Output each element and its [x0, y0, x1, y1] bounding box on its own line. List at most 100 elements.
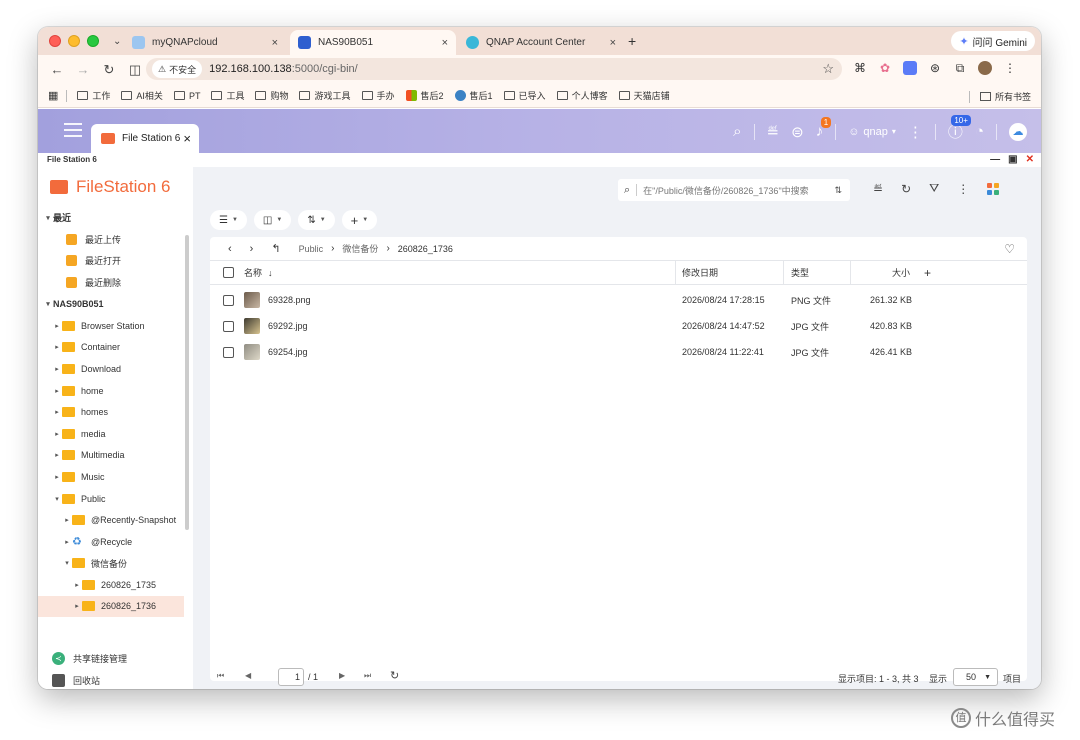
- column-modified[interactable]: 修改日期: [682, 261, 718, 284]
- parent-folder-icon[interactable]: ↰: [271, 242, 280, 255]
- tree-folder[interactable]: ▸ Container: [38, 337, 184, 359]
- tree-node-recent[interactable]: ▾ 最近: [38, 207, 184, 229]
- sort-button[interactable]: ⇅ ▼: [298, 210, 335, 230]
- maximize-icon[interactable]: ▣: [1008, 153, 1017, 167]
- close-tab-icon[interactable]: ×: [442, 37, 448, 49]
- share-link-manager[interactable]: ≺ 共享链接管理: [38, 647, 193, 669]
- tree-folder[interactable]: ▸ @Recently-Snapshot: [38, 509, 184, 531]
- chevron-right-icon[interactable]: ▸: [62, 538, 72, 546]
- row-checkbox[interactable]: [223, 287, 234, 313]
- minimize-icon[interactable]: —: [990, 153, 1000, 167]
- forward-icon[interactable]: ›: [250, 243, 254, 255]
- file-name[interactable]: 69328.png: [268, 287, 311, 313]
- browser-tab-nas[interactable]: NAS90B051 ×: [290, 30, 456, 55]
- bookmark-folder[interactable]: 购物: [255, 89, 288, 102]
- storage-icon[interactable]: ≝: [873, 182, 883, 196]
- extension-icon[interactable]: ✿: [878, 61, 892, 75]
- menu-dots-icon[interactable]: ⋮: [1003, 61, 1017, 75]
- chevron-right-icon[interactable]: ▸: [72, 602, 82, 610]
- breadcrumb-item[interactable]: 微信备份: [342, 242, 378, 255]
- bookmark-folder[interactable]: 游戏工具: [299, 89, 351, 102]
- bookmark-folder[interactable]: 天猫店铺: [618, 89, 670, 102]
- page-size-select[interactable]: 50 ▼: [953, 668, 998, 686]
- extension-icon[interactable]: ⊛: [928, 61, 942, 75]
- chevron-down-icon[interactable]: ▾: [52, 495, 62, 503]
- file-name[interactable]: 69254.jpg: [268, 339, 308, 365]
- close-icon[interactable]: ✕: [1026, 153, 1034, 167]
- breadcrumb-current[interactable]: 260826_1736: [398, 244, 453, 254]
- tree-folder-wechat[interactable]: ▾ 微信备份: [38, 553, 184, 575]
- browser-tab-myqnapcloud[interactable]: myQNAPcloud ×: [124, 30, 286, 55]
- advanced-search-icon[interactable]: ⇅: [834, 185, 842, 196]
- filter-icon[interactable]: ⛛: [929, 181, 939, 196]
- security-badge[interactable]: ⚠ 不安全: [152, 60, 203, 78]
- column-type[interactable]: 类型: [791, 261, 809, 284]
- tree-node-nas[interactable]: ▾ NAS90B051: [38, 293, 184, 315]
- dashboard-gauge-icon[interactable]: ◔: [975, 123, 984, 140]
- tree-folder[interactable]: ▸ homes: [38, 401, 184, 423]
- recycle-bin[interactable]: 回收站: [38, 669, 193, 689]
- favorite-heart-icon[interactable]: ♡: [1004, 242, 1015, 256]
- bookmark-folder[interactable]: 个人博客: [556, 89, 608, 102]
- tree-item-recent-open[interactable]: 最近打开: [38, 250, 184, 272]
- next-page-icon[interactable]: ▶: [339, 671, 345, 680]
- breadcrumb-item[interactable]: Public: [299, 244, 324, 254]
- bookmark-folder[interactable]: 已导入: [503, 89, 546, 102]
- external-devices-icon[interactable]: ⊜: [791, 123, 804, 141]
- first-page-icon[interactable]: ⏮: [217, 671, 224, 681]
- back-icon[interactable]: ‹: [228, 243, 232, 255]
- chevron-right-icon[interactable]: ▸: [52, 343, 62, 351]
- forward-icon[interactable]: →: [76, 62, 90, 77]
- all-bookmarks-button[interactable]: 所有书签: [968, 90, 1031, 103]
- chevron-right-icon[interactable]: ▸: [52, 387, 62, 395]
- notification-bell-icon[interactable]: ♪ 1: [816, 117, 832, 140]
- puzzle-icon[interactable]: ⧉: [953, 61, 967, 75]
- add-column-icon[interactable]: +: [924, 261, 931, 284]
- update-icon[interactable]: ⓘ 10+: [948, 115, 971, 142]
- app-tab-file-station[interactable]: File Station 6 ×: [91, 124, 199, 153]
- tree-folder[interactable]: ▸ home: [38, 380, 184, 402]
- previous-page-icon[interactable]: ◀: [245, 671, 251, 680]
- create-button[interactable]: + ▼: [341, 210, 378, 230]
- search-input[interactable]: ⌕ 在"/Public/微信备份/260826_1736"中搜索 ⇅: [618, 179, 850, 201]
- more-options-icon[interactable]: ⋮: [908, 123, 923, 141]
- tree-folder[interactable]: ▸ Download: [38, 358, 184, 380]
- main-menu-icon[interactable]: [64, 123, 82, 141]
- tree-folder[interactable]: ▸ Browser Station: [38, 315, 184, 337]
- bookmark-link[interactable]: 售后1: [454, 89, 493, 102]
- tree-item-recent-upload[interactable]: 最近上传: [38, 229, 184, 251]
- file-name[interactable]: 69292.jpg: [268, 313, 308, 339]
- chevron-right-icon[interactable]: ▸: [52, 365, 62, 373]
- tree-folder[interactable]: ▸ Multimedia: [38, 445, 184, 467]
- table-row[interactable]: 69292.jpg 2026/08/24 14:47:52 JPG 文件 420…: [210, 313, 1027, 339]
- ask-gemini-button[interactable]: ✦ 问问 Gemini: [951, 31, 1035, 51]
- tree-folder[interactable]: ▸ ♻ @Recycle: [38, 531, 184, 553]
- select-all-checkbox[interactable]: [223, 261, 234, 284]
- page-number-input[interactable]: 1: [278, 668, 304, 686]
- list-view-button[interactable]: ☰ ▼: [210, 210, 247, 230]
- bookmark-folder[interactable]: 工作: [77, 89, 110, 102]
- tree-folder-selected[interactable]: ▸ 260826_1736: [38, 595, 184, 618]
- extension-icon[interactable]: ⌘: [853, 61, 867, 75]
- chevron-right-icon[interactable]: ▸: [52, 473, 62, 481]
- user-menu[interactable]: ☺ qnap ▾: [848, 126, 896, 138]
- back-icon[interactable]: ←: [50, 62, 64, 77]
- url-bar[interactable]: ⚠ 不安全 192.168.100.138:5000/cgi-bin/ ☆: [146, 58, 842, 80]
- refresh-icon[interactable]: ↻: [901, 182, 911, 196]
- row-checkbox[interactable]: [223, 339, 234, 365]
- chevron-right-icon[interactable]: ▸: [72, 581, 82, 589]
- myqnapcloud-icon[interactable]: ☁: [1009, 122, 1027, 141]
- split-view-icon[interactable]: ◫: [128, 62, 142, 78]
- background-tasks-icon[interactable]: ≝: [767, 123, 780, 141]
- last-page-icon[interactable]: ⏭: [364, 671, 371, 681]
- sidebar-scrollbar[interactable]: [185, 235, 189, 530]
- column-size[interactable]: 大小: [892, 261, 910, 284]
- bookmark-folder[interactable]: 手办: [361, 89, 395, 102]
- tree-folder[interactable]: ▸ media: [38, 423, 184, 445]
- bookmark-folder[interactable]: AI相关: [121, 89, 163, 102]
- zoom-window-button[interactable]: [87, 35, 99, 47]
- chevron-down-icon[interactable]: ▾: [62, 559, 72, 567]
- bookmark-folder[interactable]: PT: [173, 91, 200, 101]
- chevron-right-icon[interactable]: ▸: [52, 451, 62, 459]
- close-app-icon[interactable]: ×: [183, 131, 191, 146]
